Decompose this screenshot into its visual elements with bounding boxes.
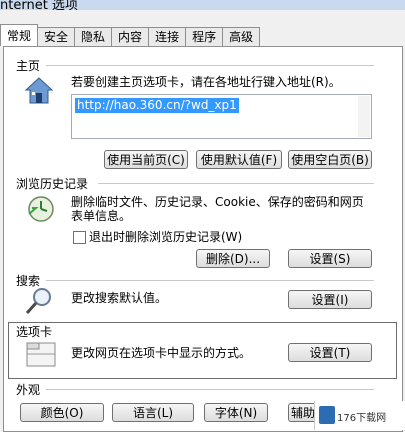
tab-privacy[interactable]: 隐私 <box>74 27 113 46</box>
home-divider <box>46 65 374 66</box>
home-page-icon <box>24 76 54 106</box>
home-url-field[interactable]: http://hao.360.cn/?wd_xp1 <box>71 94 372 139</box>
tab-security[interactable]: 安全 <box>37 27 76 46</box>
tabs-group-right-border <box>396 322 397 378</box>
search-settings-button[interactable]: 设置(I) <box>288 290 372 309</box>
delete-on-exit-label: 退出时删除浏览历史记录(W) <box>89 230 243 244</box>
tabs-settings-button[interactable]: 设置(T) <box>288 343 372 362</box>
history-settings-button[interactable]: 设置(S) <box>288 249 372 268</box>
history-description-line2: 表单信息。 <box>71 209 132 223</box>
home-url-scrollbar[interactable] <box>358 96 370 137</box>
colors-button[interactable]: 颜色(O) <box>20 403 104 422</box>
tab-advanced[interactable]: 高级 <box>222 27 261 46</box>
search-divider <box>46 280 374 281</box>
delete-history-button[interactable]: 删除(D)... <box>196 249 270 268</box>
tab-general[interactable]: 常规 <box>0 24 39 46</box>
tab-strip: 常规 安全 隐私 内容 连接 程序 高级 <box>0 24 261 47</box>
window-title: nternet 选项 <box>0 0 78 10</box>
tabs-group-bottom-border <box>8 378 397 379</box>
watermark-logo-icon <box>319 406 335 424</box>
use-default-button[interactable]: 使用默认值(F) <box>196 150 282 169</box>
home-group-label: 主页 <box>16 59 41 73</box>
tabs-group-top-border <box>8 322 397 323</box>
fonts-button[interactable]: 字体(N) <box>204 403 268 422</box>
appearance-group-label: 外观 <box>16 383 41 397</box>
search-description: 更改搜索默认值。 <box>71 291 168 305</box>
tab-connections[interactable]: 连接 <box>148 27 187 46</box>
home-url-value: http://hao.360.cn/?wd_xp1 <box>75 98 239 113</box>
appearance-divider <box>46 389 374 390</box>
delete-on-exit-checkbox[interactable] <box>73 231 86 244</box>
tab-programs[interactable]: 程序 <box>185 27 224 46</box>
watermark-text: 176下载网 <box>337 413 387 424</box>
tabs-group-label: 选项卡 <box>16 325 53 339</box>
home-description: 若要创建主页选项卡，请在各地址行键入地址(R)。 <box>71 75 341 89</box>
languages-button[interactable]: 语言(L) <box>112 403 194 422</box>
history-divider <box>98 183 374 184</box>
tab-content[interactable]: 内容 <box>111 27 150 46</box>
site-watermark: 176下载网 <box>314 401 405 430</box>
magnifier-icon <box>24 286 54 316</box>
tabs-icon <box>26 340 56 368</box>
use-current-button[interactable]: 使用当前页(C) <box>104 150 188 169</box>
history-clock-icon <box>26 194 56 224</box>
use-blank-button[interactable]: 使用空白页(B) <box>288 150 372 169</box>
title-bar: nternet 选项 <box>0 0 405 10</box>
tabs-group-left-border <box>8 322 9 378</box>
tabs-description: 更改网页在选项卡中显示的方式。 <box>71 346 252 360</box>
history-group-label: 浏览历史记录 <box>16 177 89 191</box>
